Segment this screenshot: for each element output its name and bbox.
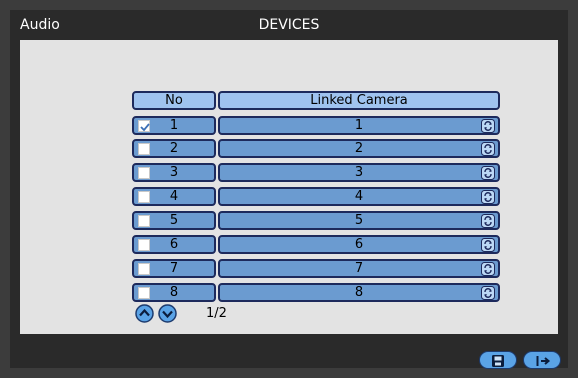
devices-panel: No Linked Camera 1 1 2 2 3 3 4 4 5 5 6 6… — [20, 40, 558, 334]
linked-camera-field[interactable]: 1 — [218, 116, 500, 135]
linked-camera-value: 8 — [354, 285, 364, 300]
row-number: 1 — [169, 118, 179, 133]
linked-camera-field[interactable]: 3 — [218, 163, 500, 182]
row-number: 7 — [169, 261, 179, 276]
sync-icon[interactable] — [481, 214, 495, 228]
arrow-up-circle-icon[interactable] — [135, 304, 154, 323]
column-header-linked-camera: Linked Camera — [218, 91, 500, 110]
sync-icon[interactable] — [481, 119, 495, 133]
row-no-cell: 4 — [132, 187, 216, 206]
row-no-cell: 7 — [132, 259, 216, 278]
linked-camera-field[interactable]: 2 — [218, 139, 500, 158]
linked-camera-value: 7 — [354, 261, 364, 276]
devices-window: Audio DEVICES No Linked Camera 1 1 2 2 3 — [10, 10, 568, 369]
page-indicator: 1/2 — [206, 306, 227, 321]
title-bar: Audio DEVICES — [10, 10, 568, 40]
row-no-cell: 5 — [132, 211, 216, 230]
exit-icon — [536, 356, 551, 366]
linked-camera-field[interactable]: 8 — [218, 283, 500, 302]
row-number: 6 — [169, 237, 179, 252]
sync-icon[interactable] — [481, 238, 495, 252]
linked-camera-value: 5 — [354, 213, 364, 228]
sync-icon[interactable] — [481, 166, 495, 180]
sync-icon[interactable] — [481, 262, 495, 276]
linked-camera-value: 1 — [354, 118, 364, 133]
page-title: DEVICES — [258, 17, 320, 33]
row-no-cell: 2 — [132, 139, 216, 158]
row-number: 4 — [169, 189, 179, 204]
row-number: 3 — [169, 165, 179, 180]
save-button[interactable] — [479, 351, 517, 369]
row-number: 2 — [169, 141, 179, 156]
arrow-down-circle-icon[interactable] — [158, 304, 177, 323]
linked-camera-value: 4 — [354, 189, 364, 204]
sync-icon[interactable] — [481, 142, 495, 156]
save-icon — [492, 355, 504, 367]
linked-camera-field[interactable]: 6 — [218, 235, 500, 254]
sync-icon[interactable] — [481, 190, 495, 204]
row-number: 8 — [169, 285, 179, 300]
linked-camera-field[interactable]: 5 — [218, 211, 500, 230]
row-no-cell: 1 — [132, 116, 216, 135]
row-no-cell: 8 — [132, 283, 216, 302]
row-no-cell: 3 — [132, 163, 216, 182]
linked-camera-field[interactable]: 7 — [218, 259, 500, 278]
linked-camera-value: 2 — [354, 141, 364, 156]
exit-button[interactable] — [523, 351, 561, 369]
sync-icon[interactable] — [481, 286, 495, 300]
linked-camera-field[interactable]: 4 — [218, 187, 500, 206]
column-header-no: No — [132, 91, 216, 110]
linked-camera-value: 6 — [354, 237, 364, 252]
row-number: 5 — [169, 213, 179, 228]
linked-camera-value: 3 — [354, 165, 364, 180]
row-no-cell: 6 — [132, 235, 216, 254]
